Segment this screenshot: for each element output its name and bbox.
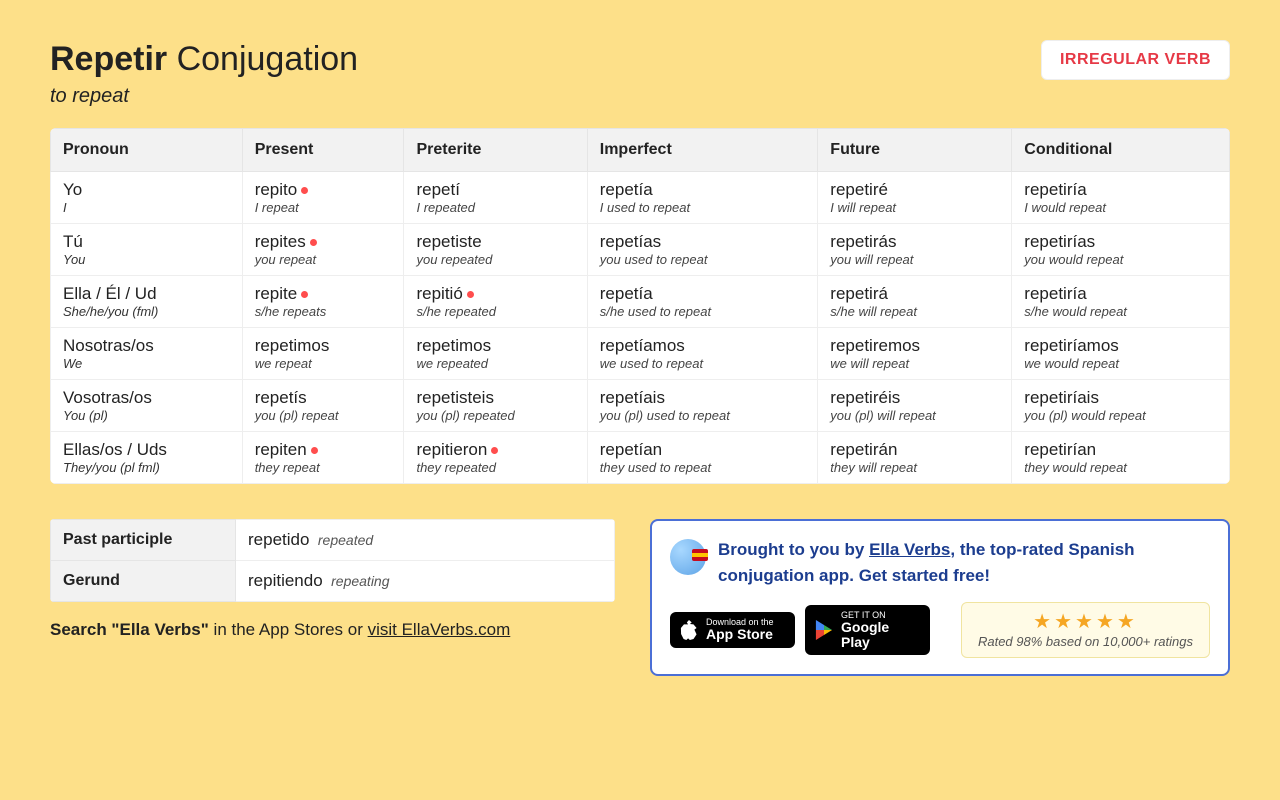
conjugation-cell: repetíI repeated — [404, 172, 587, 224]
conjugation-cell: repetiríasyou would repeat — [1012, 224, 1230, 276]
google-play-button[interactable]: GET IT ON Google Play — [805, 605, 930, 656]
verb-meaning: to repeat — [50, 85, 358, 108]
irregular-badge: IRREGULAR VERB — [1041, 40, 1230, 80]
conjugation-cell: repetiréI will repeat — [818, 172, 1012, 224]
left-column: Past participle repetido repeated Gerund… — [50, 519, 615, 640]
conjugation-cell: repetiréisyou (pl) will repeat — [818, 380, 1012, 432]
conjugation-cell: repetíanthey used to repeat — [587, 432, 818, 484]
verb-name: Repetir — [50, 40, 167, 78]
pronoun-cell: Ellas/os / UdsThey/you (pl fml) — [51, 432, 243, 484]
conjugation-cell: repetirías/he would repeat — [1012, 276, 1230, 328]
gerund-label: Gerund — [51, 561, 236, 602]
irregular-dot-icon — [310, 239, 317, 246]
column-header: Conditional — [1012, 129, 1230, 172]
star-icon: ★★★★★ — [978, 609, 1193, 634]
rating-text: Rated 98% based on 10,000+ ratings — [978, 634, 1193, 649]
search-note: Search "Ella Verbs" in the App Stores or… — [50, 620, 615, 640]
column-header: Present — [242, 129, 404, 172]
conjugation-cell: repetisteisyou (pl) repeated — [404, 380, 587, 432]
pronoun-cell: Ella / Él / UdShe/he/you (fml) — [51, 276, 243, 328]
conjugation-cell: repetimoswe repeated — [404, 328, 587, 380]
bottom-section: Past participle repetido repeated Gerund… — [50, 519, 1230, 676]
appstore-big: App Store — [706, 627, 783, 642]
past-participle-gloss: repeated — [318, 532, 373, 548]
search-prefix: Search "Ella Verbs" — [50, 620, 209, 639]
conjugation-cell: repetíasyou used to repeat — [587, 224, 818, 276]
table-row: Ella / Él / UdShe/he/you (fml)repites/he… — [51, 276, 1230, 328]
conjugation-cell: repetiríamoswe would repeat — [1012, 328, 1230, 380]
conjugation-cell: repetisteyou repeated — [404, 224, 587, 276]
column-header: Preterite — [404, 129, 587, 172]
conjugation-cell: repetíamoswe used to repeat — [587, 328, 818, 380]
conjugation-cell: repitenthey repeat — [242, 432, 404, 484]
title-suffix: Conjugation — [177, 40, 358, 78]
past-participle-cell: repetido repeated — [236, 520, 615, 561]
visit-link[interactable]: visit EllaVerbs.com — [368, 620, 511, 639]
promo-head: Brought to you by Ella Verbs, the top-ra… — [670, 537, 1210, 588]
conjugation-table: PronounPresentPreteriteImperfectFutureCo… — [50, 128, 1230, 484]
table-row: Vosotras/osYou (pl)repetísyou (pl) repea… — [51, 380, 1230, 432]
conjugation-cell: repetirásyou will repeat — [818, 224, 1012, 276]
gerund-gloss: repeating — [331, 573, 389, 589]
title-block: Repetir Conjugation to repeat — [50, 40, 358, 108]
conjugation-cell: repites/he repeats — [242, 276, 404, 328]
pronoun-cell: Nosotras/osWe — [51, 328, 243, 380]
conjugation-cell: repetíaI used to repeat — [587, 172, 818, 224]
column-header: Pronoun — [51, 129, 243, 172]
irregular-dot-icon — [311, 447, 318, 454]
promo-text: Brought to you by Ella Verbs, the top-ra… — [718, 537, 1210, 588]
table-row: TúYourepitesyou repeatrepetisteyou repea… — [51, 224, 1230, 276]
conjugation-cell: repetirás/he will repeat — [818, 276, 1012, 328]
conjugation-cell: repetiríaI would repeat — [1012, 172, 1230, 224]
irregular-dot-icon — [301, 291, 308, 298]
column-header: Imperfect — [587, 129, 818, 172]
conjugation-cell: repetías/he used to repeat — [587, 276, 818, 328]
conjugation-cell: repetiremoswe will repeat — [818, 328, 1012, 380]
conjugation-cell: repitieronthey repeated — [404, 432, 587, 484]
rating-box: ★★★★★ Rated 98% based on 10,000+ ratings — [961, 602, 1210, 658]
irregular-dot-icon — [301, 187, 308, 194]
app-store-button[interactable]: Download on the App Store — [670, 612, 795, 648]
pronoun-cell: YoI — [51, 172, 243, 224]
column-header: Future — [818, 129, 1012, 172]
conjugation-cell: repitiós/he repeated — [404, 276, 587, 328]
conjugation-cell: repetimoswe repeat — [242, 328, 404, 380]
past-participle-label: Past participle — [51, 520, 236, 561]
conjugation-cell: repitesyou repeat — [242, 224, 404, 276]
conjugation-cell: repitoI repeat — [242, 172, 404, 224]
table-row: YoIrepitoI repeatrepetíI repeatedrepetía… — [51, 172, 1230, 224]
participle-table: Past participle repetido repeated Gerund… — [50, 519, 615, 602]
gerund-cell: repitiendo repeating — [236, 561, 615, 602]
promo-row: Download on the App Store GET IT ON Goog… — [670, 602, 1210, 658]
pronoun-cell: Vosotras/osYou (pl) — [51, 380, 243, 432]
gplay-big: Google Play — [841, 620, 918, 649]
conjugation-cell: repetiránthey will repeat — [818, 432, 1012, 484]
logo-icon — [670, 539, 706, 575]
page-title: Repetir Conjugation — [50, 40, 358, 79]
irregular-dot-icon — [467, 291, 474, 298]
table-row: Nosotras/osWerepetimoswe repeatrepetimos… — [51, 328, 1230, 380]
conjugation-cell: repetísyou (pl) repeat — [242, 380, 404, 432]
irregular-dot-icon — [491, 447, 498, 454]
promo-pre: Brought to you by — [718, 540, 869, 559]
promo-box: Brought to you by Ella Verbs, the top-ra… — [650, 519, 1230, 676]
conjugation-cell: repetíaisyou (pl) used to repeat — [587, 380, 818, 432]
search-middle: in the App Stores or — [209, 620, 368, 639]
past-participle-form: repetido — [248, 530, 309, 550]
promo-link[interactable]: Ella Verbs — [869, 540, 950, 559]
conjugation-cell: repetiríanthey would repeat — [1012, 432, 1230, 484]
gerund-form: repitiendo — [248, 571, 323, 591]
header: Repetir Conjugation to repeat IRREGULAR … — [50, 40, 1230, 108]
pronoun-cell: TúYou — [51, 224, 243, 276]
conjugation-cell: repetiríaisyou (pl) would repeat — [1012, 380, 1230, 432]
table-row: Ellas/os / UdsThey/you (pl fml)repitenth… — [51, 432, 1230, 484]
